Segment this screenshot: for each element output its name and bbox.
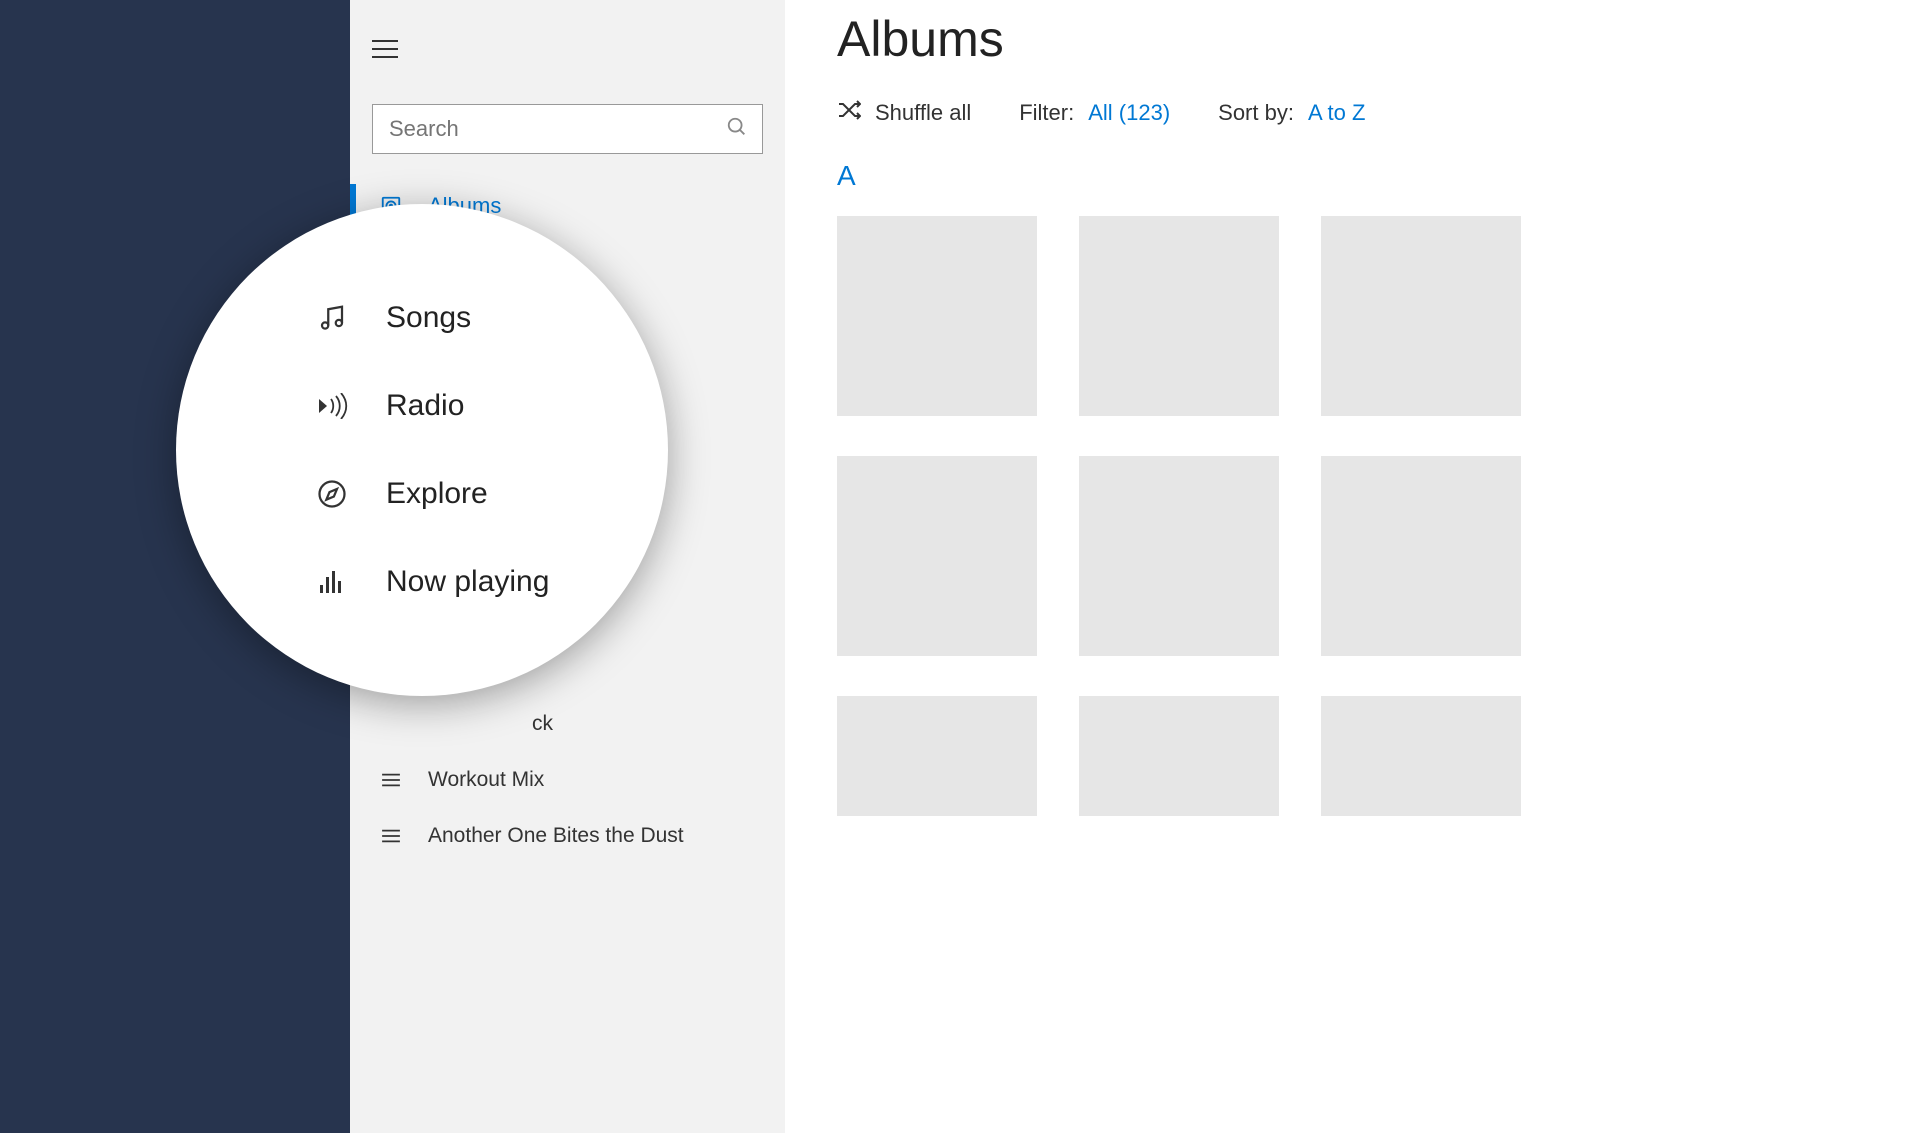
sort-dropdown[interactable]: Sort by: A to Z <box>1218 100 1365 126</box>
playlist-item-another-one[interactable]: Another One Bites the Dust <box>350 808 785 864</box>
album-tile[interactable] <box>837 456 1037 656</box>
nav-item-label: Songs <box>386 301 471 335</box>
search-icon[interactable] <box>726 116 748 143</box>
nav-item-songs[interactable]: Songs <box>314 301 668 335</box>
main-content: Albums Shuffle all Filter: All (123) Sor… <box>785 0 1922 1133</box>
playlist-item-label: Another One Bites the Dust <box>428 824 684 848</box>
search-input[interactable] <box>387 115 726 143</box>
shuffle-icon <box>837 100 861 126</box>
album-grid <box>837 216 1922 816</box>
search-box[interactable] <box>372 104 763 154</box>
page-title: Albums <box>837 10 1922 68</box>
filter-dropdown[interactable]: Filter: All (123) <box>1019 100 1170 126</box>
sort-label: Sort by: <box>1218 100 1294 126</box>
album-tile[interactable] <box>1321 696 1521 816</box>
hamburger-menu-button[interactable] <box>372 32 406 66</box>
now-playing-icon <box>314 569 350 595</box>
nav-item-label: Now playing <box>386 565 549 599</box>
playlist-item-label: ck <box>532 712 553 736</box>
music-note-icon <box>314 303 350 333</box>
nav-item-label: Explore <box>386 477 488 511</box>
playlist-item-label: Workout Mix <box>428 768 544 792</box>
album-tile[interactable] <box>1321 216 1521 416</box>
nav-item-explore[interactable]: Explore <box>314 477 668 511</box>
section-letter[interactable]: A <box>837 160 1922 192</box>
album-tile[interactable] <box>1321 456 1521 656</box>
album-tile[interactable] <box>1079 456 1279 656</box>
nav-item-now-playing[interactable]: Now playing <box>314 565 668 599</box>
filter-value: All (123) <box>1088 100 1170 126</box>
album-tile[interactable] <box>1079 216 1279 416</box>
radio-icon <box>314 393 350 419</box>
toolbar: Shuffle all Filter: All (123) Sort by: A… <box>837 100 1922 126</box>
album-tile[interactable] <box>837 696 1037 816</box>
nav-item-label: Radio <box>386 389 464 423</box>
sort-value: A to Z <box>1308 100 1365 126</box>
nav-item-radio[interactable]: Radio <box>314 389 668 423</box>
playlist-icon <box>376 828 406 844</box>
playlist-icon <box>376 772 406 788</box>
album-tile[interactable] <box>837 216 1037 416</box>
compass-icon <box>314 479 350 509</box>
playlist-item-workout-mix[interactable]: Workout Mix <box>350 752 785 808</box>
playlist-item-partial[interactable]: ck <box>350 696 785 752</box>
magnifier-overlay: Songs Radio Explore <box>176 204 668 696</box>
shuffle-all-button[interactable]: Shuffle all <box>837 100 971 126</box>
shuffle-label: Shuffle all <box>875 100 971 126</box>
album-tile[interactable] <box>1079 696 1279 816</box>
filter-label: Filter: <box>1019 100 1074 126</box>
